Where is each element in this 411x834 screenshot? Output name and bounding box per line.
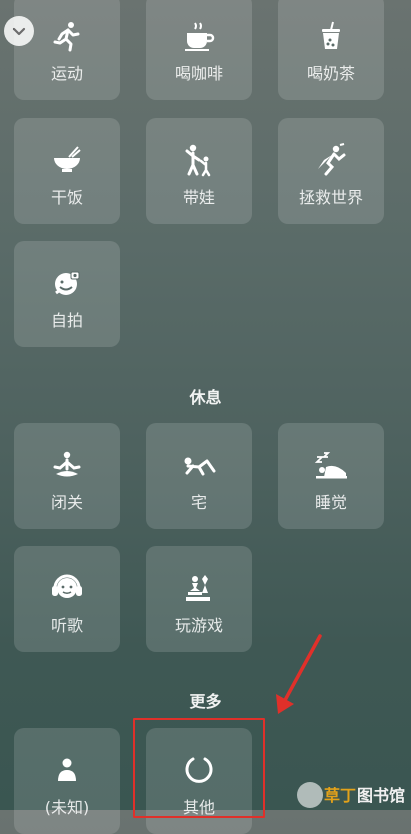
tile-label: 自拍 — [50, 311, 83, 330]
running-icon — [49, 18, 85, 54]
meditation-icon — [49, 447, 85, 483]
tile-label: 喝咖啡 — [174, 64, 223, 83]
section-title-more: 更多 — [189, 692, 222, 711]
tile-label: 睡觉 — [314, 493, 347, 512]
status-tile-seclusion[interactable]: 闭关 — [14, 423, 120, 529]
tile-label: 宅 — [190, 493, 207, 512]
watermark-part1: 草丁 — [323, 786, 356, 805]
game-pieces-icon — [181, 570, 217, 606]
status-tile-music[interactable]: 听歌 — [14, 546, 120, 652]
headphones-icon — [49, 570, 85, 606]
watermark-logo-icon — [297, 782, 323, 808]
lying-down-icon — [181, 447, 217, 483]
status-tile-save-world[interactable]: 拯救世界 — [278, 118, 384, 224]
bubble-tea-icon — [313, 18, 349, 54]
annotation-arrow-icon — [276, 634, 322, 714]
tile-label: (未知) — [44, 798, 90, 817]
parent-child-icon — [181, 142, 217, 178]
tile-label: 运动 — [50, 64, 83, 83]
tile-label: 玩游戏 — [174, 616, 223, 635]
tile-label: 干饭 — [50, 188, 83, 207]
sleep-zzz-icon — [313, 447, 349, 483]
status-tile-eat[interactable]: 干饭 — [14, 118, 120, 224]
status-tile-coffee[interactable]: 喝咖啡 — [146, 0, 252, 100]
status-tile-unknown[interactable]: (未知) — [14, 728, 120, 834]
tile-label: 拯救世界 — [298, 188, 363, 207]
highlight-box — [133, 718, 265, 818]
section-title-rest: 休息 — [189, 388, 222, 407]
tile-label: 喝奶茶 — [306, 64, 355, 83]
status-tile-milk-tea[interactable]: 喝奶茶 — [278, 0, 384, 100]
coffee-cup-icon — [181, 18, 217, 54]
rice-bowl-icon — [49, 142, 85, 178]
unknown-person-icon — [49, 752, 85, 788]
status-tile-selfie[interactable]: 自拍 — [14, 241, 120, 347]
watermark: 草丁 图书馆 — [324, 782, 405, 806]
tile-label: 闭关 — [50, 493, 83, 512]
tile-label: 带娃 — [182, 188, 215, 207]
status-tile-sleep[interactable]: 睡觉 — [278, 423, 384, 529]
superhero-icon — [313, 142, 349, 178]
selfie-icon — [49, 265, 85, 301]
tile-label: 听歌 — [50, 616, 83, 635]
status-tile-childcare[interactable]: 带娃 — [146, 118, 252, 224]
watermark-part2: 图书馆 — [356, 786, 405, 805]
status-tile-gaming[interactable]: 玩游戏 — [146, 546, 252, 652]
status-tile-homebody[interactable]: 宅 — [146, 423, 252, 529]
status-tile-sport[interactable]: 运动 — [14, 0, 120, 100]
